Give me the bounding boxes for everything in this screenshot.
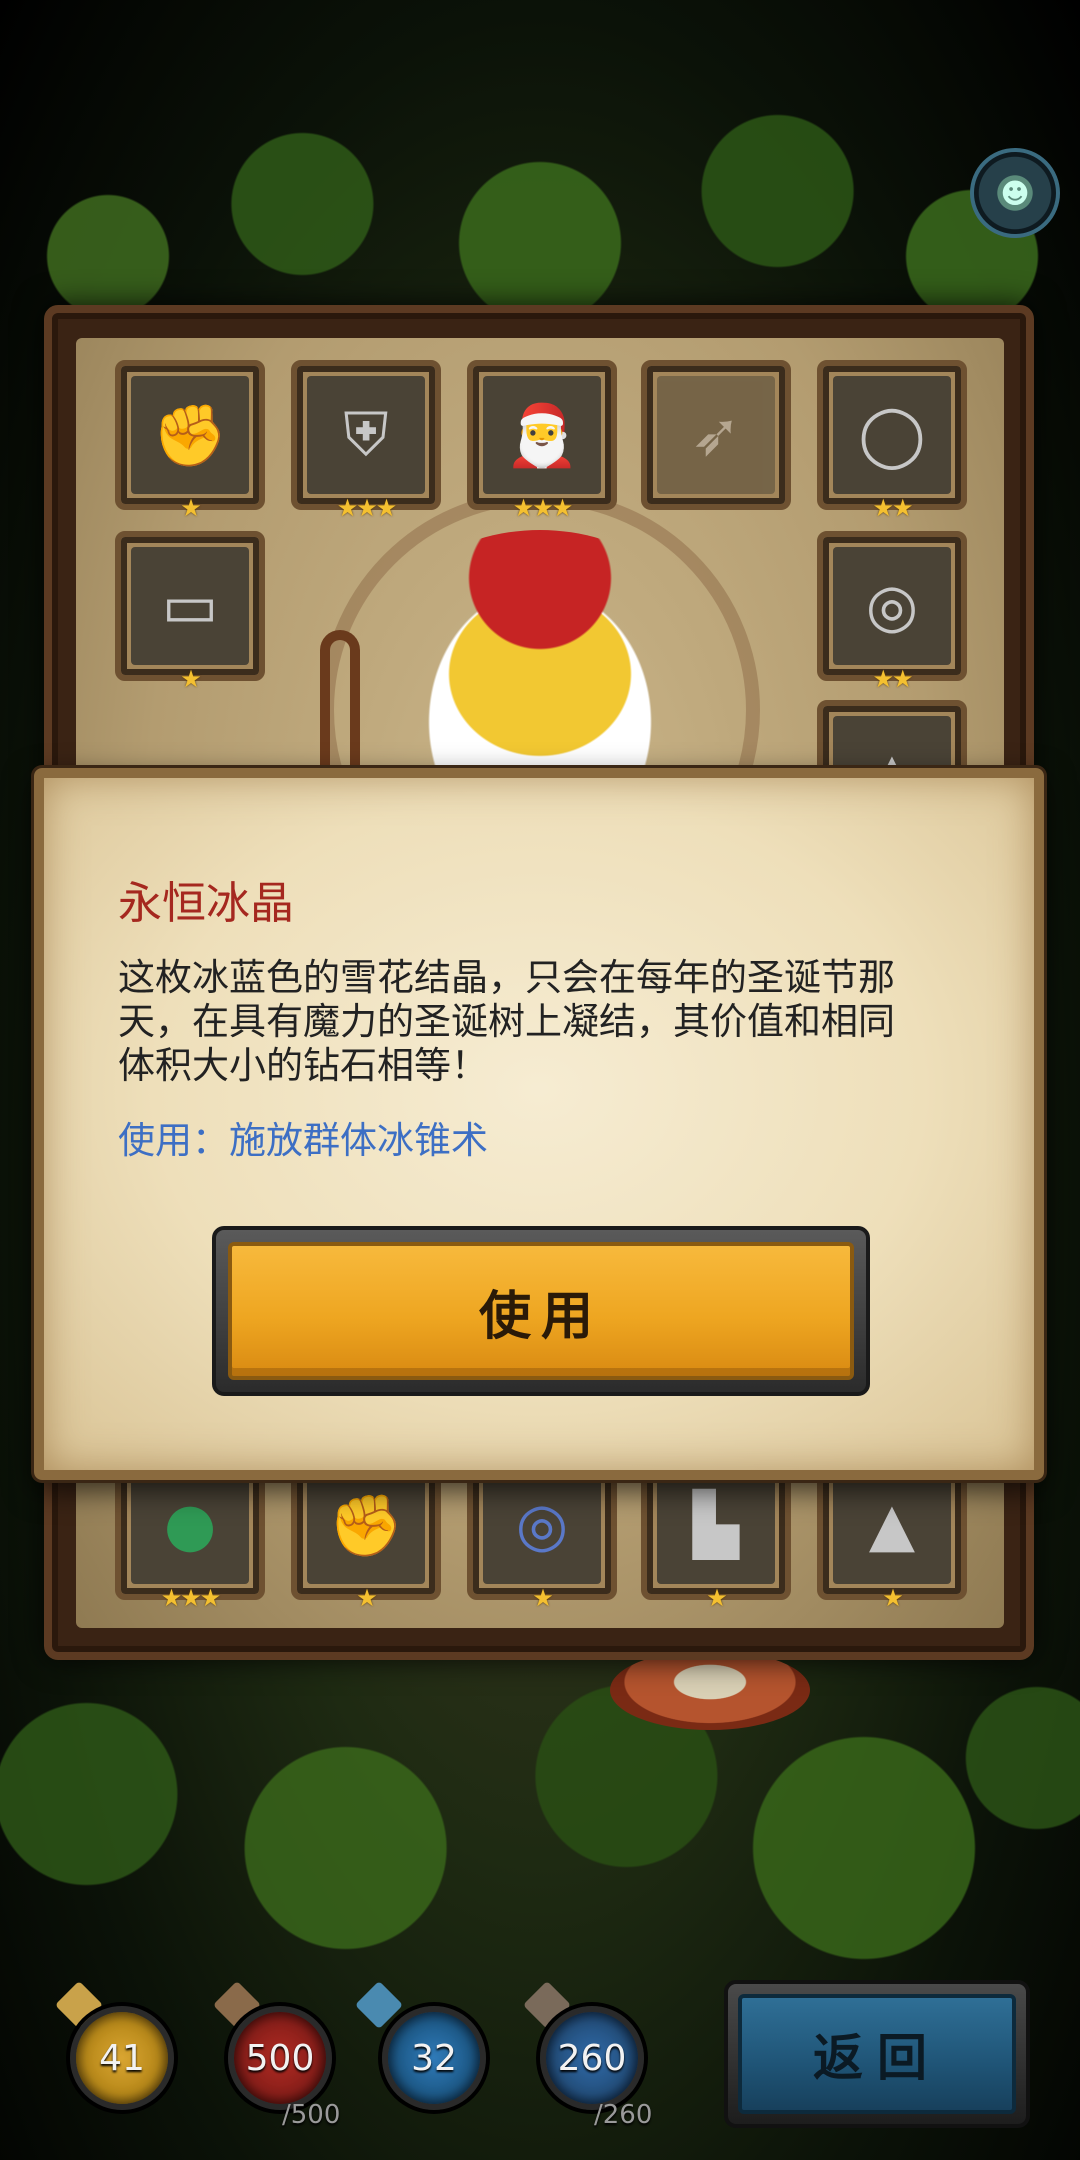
item-description: 这枚冰蓝色的雪花结晶，只会在每年的圣诞节那天，在具有魔力的圣诞树上凝结，其价值和…: [118, 956, 895, 1087]
inventory-slot[interactable]: ➶: [641, 360, 791, 510]
defense-value: 32: [411, 2037, 457, 2079]
star-rating: ★: [706, 1584, 728, 1612]
star-rating: ★★★: [160, 1584, 222, 1612]
hood-cloak-icon: ▲: [868, 1490, 916, 1560]
star-rating: ★: [356, 1584, 378, 1612]
foliage-bottom: [0, 1650, 1080, 2010]
star-rating: ★: [180, 665, 202, 693]
back-button[interactable]: 返回: [724, 1980, 1030, 2128]
star-rating: ★: [180, 494, 202, 522]
star-rating: ★: [532, 1584, 554, 1612]
health-stat: 500 /500: [228, 2006, 340, 2130]
inventory-slot[interactable]: ✊ ★: [115, 360, 265, 522]
necklace-icon: ◯: [858, 400, 926, 470]
inventory-slot[interactable]: 🎅 ★★★: [467, 360, 617, 522]
lantern-staff: [320, 630, 360, 770]
armor-icon: ⛨: [343, 400, 389, 470]
ring-icon: ◎: [865, 571, 919, 641]
boots-icon: ▙: [692, 1490, 740, 1560]
inventory-slot[interactable]: ⛨ ★★★: [291, 360, 441, 522]
mana-max: /260: [594, 2100, 653, 2130]
green-gem-icon: ●: [163, 1490, 217, 1560]
santa-character: [380, 530, 700, 770]
inventory-slot[interactable]: ◎ ★★: [817, 531, 967, 693]
item-use-effect: 使用：施放群体冰锥术: [118, 1119, 488, 1162]
santa-hat-icon: 🎅: [504, 400, 580, 471]
health-max: /500: [282, 2100, 341, 2130]
star-rating: ★: [882, 1584, 904, 1612]
carnivorous-plant: [610, 1650, 810, 1730]
gauntlet-icon: ✊: [328, 1490, 404, 1561]
attack-value: 41: [99, 2037, 145, 2079]
defense-stat: 32: [382, 2006, 486, 2110]
attack-stat: 41: [70, 2006, 174, 2110]
blue-ring-icon: ◎: [515, 1490, 569, 1560]
star-rating: ★★★: [336, 494, 398, 522]
belt-icon: ▭: [161, 571, 219, 641]
use-button[interactable]: 使用: [212, 1226, 870, 1396]
mana-value: 260: [557, 2037, 627, 2079]
inventory-slot[interactable]: ◯ ★★: [817, 360, 967, 522]
crossbow-icon: ➶: [690, 400, 742, 470]
mana-stat: 260 /260: [540, 2006, 652, 2130]
star-rating: ★★: [872, 494, 913, 522]
star-rating: ★★★: [512, 494, 574, 522]
star-rating: ★★: [872, 665, 913, 693]
inventory-slot[interactable]: ▭ ★: [115, 531, 265, 693]
health-value: 500: [245, 2037, 315, 2079]
profile-avatar-button[interactable]: ☻: [970, 148, 1060, 238]
use-button-label: 使用: [228, 1242, 854, 1380]
goblin-avatar-icon: ☻: [1000, 176, 1030, 210]
gauntlet-icon: ✊: [152, 400, 228, 471]
item-title: 永恒冰晶: [118, 878, 294, 929]
back-button-label: 返回: [738, 1994, 1016, 2114]
